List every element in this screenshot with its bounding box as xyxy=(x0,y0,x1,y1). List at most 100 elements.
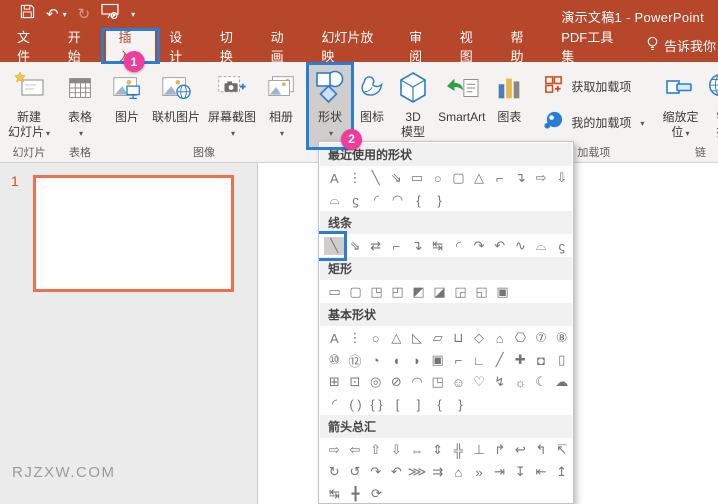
shape-item[interactable]: ◗ xyxy=(407,351,428,369)
start-slideshow-icon[interactable] xyxy=(101,3,120,25)
shape-item[interactable]: ⇘ xyxy=(386,169,407,187)
shape-item[interactable]: ⊞ xyxy=(324,373,345,391)
shape-item[interactable]: ∿ xyxy=(510,237,531,255)
shape-item[interactable]: ⇦ xyxy=(345,441,366,459)
shape-item[interactable]: ⇨ xyxy=(324,441,345,459)
link-button[interactable]: 链 接 xyxy=(702,64,718,148)
chart-button[interactable]: 图表 xyxy=(489,64,529,148)
shape-item[interactable]: { xyxy=(429,395,450,413)
shape-item[interactable]: A xyxy=(324,169,345,187)
shape-item[interactable]: ▢ xyxy=(345,283,366,301)
shape-item[interactable]: ◳ xyxy=(366,283,387,301)
shape-item[interactable]: ↯ xyxy=(489,373,510,391)
shape-item[interactable]: ↴ xyxy=(407,237,428,255)
shape-item[interactable]: { xyxy=(408,191,429,209)
pictures-button[interactable]: 图片 xyxy=(106,64,148,148)
shape-item[interactable]: } xyxy=(429,191,450,209)
shape-item[interactable]: △ xyxy=(469,169,490,187)
shape-item[interactable]: ○ xyxy=(365,329,386,347)
shape-item[interactable]: ⋙ xyxy=(407,463,428,481)
tell-me-box[interactable]: 告诉我你 xyxy=(636,28,718,62)
tab-help[interactable]: 帮助 xyxy=(499,30,548,64)
shape-item[interactable]: ⑫ xyxy=(345,351,366,369)
get-add-ins-button[interactable]: 获取加载项 xyxy=(543,74,644,98)
shape-item[interactable]: { } xyxy=(366,395,387,413)
shape-item[interactable]: ☾ xyxy=(531,373,552,391)
shape-item[interactable]: ↹ xyxy=(324,485,345,503)
shape-item[interactable]: ◳ xyxy=(427,373,448,391)
shape-item[interactable]: ⇤ xyxy=(531,463,552,481)
shape-item[interactable]: [ xyxy=(387,395,408,413)
shape-item[interactable]: ↹ xyxy=(427,237,448,255)
online-pictures-button[interactable]: 联机图片 xyxy=(148,64,204,148)
photo-album-button[interactable]: 相册 xyxy=(260,64,302,148)
shape-item[interactable]: ▱ xyxy=(427,329,448,347)
shape-item[interactable]: ☺ xyxy=(448,373,469,391)
shape-item[interactable]: } xyxy=(450,395,471,413)
shape-item[interactable]: ▣ xyxy=(492,283,513,301)
shape-item[interactable]: ↷ xyxy=(469,237,490,255)
shape-item[interactable]: ⑩ xyxy=(324,351,345,369)
shape-item[interactable]: ◔ xyxy=(365,351,386,369)
shape-item[interactable]: ⊔ xyxy=(448,329,469,347)
shape-item[interactable]: ◠ xyxy=(387,191,408,209)
shape-item[interactable]: ◎ xyxy=(365,373,386,391)
table-button[interactable]: 表格 xyxy=(60,64,100,148)
shape-item[interactable]: ↧ xyxy=(510,463,531,481)
shape-item[interactable]: ☼ xyxy=(510,373,531,391)
shape-item[interactable]: ↻ xyxy=(324,463,345,481)
shape-item[interactable]: ⌂ xyxy=(489,329,510,347)
shape-item[interactable]: ⟳ xyxy=(366,485,387,503)
shape-item[interactable]: ▭ xyxy=(324,283,345,301)
shape-item[interactable]: ↴ xyxy=(510,169,531,187)
shape-item[interactable]: ⌓ xyxy=(324,191,345,209)
shape-item[interactable]: A xyxy=(324,329,345,347)
shape-item[interactable]: ⌓ xyxy=(531,237,552,255)
shape-item[interactable]: ϛ xyxy=(551,237,572,255)
tab-slide-show[interactable]: 幻灯片放映 xyxy=(309,30,395,64)
icons-button[interactable]: 图标 xyxy=(352,64,392,148)
shape-item[interactable]: ⊡ xyxy=(345,373,366,391)
shape-item[interactable]: ☁ xyxy=(551,373,572,391)
screenshot-button[interactable]: 屏幕截图 xyxy=(204,64,260,148)
tab-view[interactable]: 视图 xyxy=(448,30,497,64)
shape-item[interactable]: ▭ xyxy=(407,169,428,187)
shape-item[interactable]: ↷ xyxy=(365,463,386,481)
tab-home[interactable]: 开始 xyxy=(56,30,105,64)
shape-item[interactable]: ϛ xyxy=(345,191,366,209)
shape-item[interactable]: ⊘ xyxy=(386,373,407,391)
shape-item[interactable]: ⎔ xyxy=(510,329,531,347)
shape-item[interactable]: ○ xyxy=(427,169,448,187)
tab-insert[interactable]: 插入 1 xyxy=(101,28,161,72)
shape-item[interactable]: ⇄ xyxy=(365,237,386,255)
tab-transitions[interactable]: 切换 xyxy=(208,30,257,64)
tab-pdf-tools[interactable]: PDF工具集 xyxy=(549,30,635,64)
3d-models-button[interactable]: 3D 模型 xyxy=(392,64,434,148)
shape-item[interactable]: ↶ xyxy=(386,463,407,481)
shape-item[interactable]: ⌂ xyxy=(448,463,469,481)
save-icon[interactable] xyxy=(20,4,35,24)
shape-item[interactable]: ◱ xyxy=(471,283,492,301)
shape-item[interactable]: ⇩ xyxy=(551,169,572,187)
shape-item[interactable]: ✚ xyxy=(510,351,531,369)
redo-icon[interactable]: ↻ xyxy=(78,7,91,22)
shape-item[interactable]: ◪ xyxy=(429,283,450,301)
shape-item[interactable]: ↥ xyxy=(551,463,572,481)
shape-item[interactable]: ╱ xyxy=(489,351,510,369)
shape-item[interactable]: ↱ xyxy=(489,441,510,459)
customize-qat-caret-icon[interactable]: ▾ xyxy=(131,10,135,19)
shape-item[interactable]: ◘ xyxy=(531,351,552,369)
tab-review[interactable]: 审阅 xyxy=(397,30,446,64)
shape-item[interactable]: ▯ xyxy=(551,351,572,369)
undo-icon[interactable]: ↶ xyxy=(46,7,59,22)
shape-item[interactable]: ▣ xyxy=(427,351,448,369)
shape-item[interactable]: ⇕ xyxy=(427,441,448,459)
shape-item[interactable]: ♡ xyxy=(469,373,490,391)
shape-item[interactable]: ⇉ xyxy=(427,463,448,481)
shape-item[interactable]: » xyxy=(469,463,490,481)
shape-item[interactable]: ↩ xyxy=(510,441,531,459)
tab-animations[interactable]: 动画 xyxy=(259,30,308,64)
shape-item[interactable]: ⇘ xyxy=(345,237,366,255)
shape-item[interactable]: ⑧ xyxy=(551,329,572,347)
tab-file[interactable]: 文件 xyxy=(5,30,54,64)
